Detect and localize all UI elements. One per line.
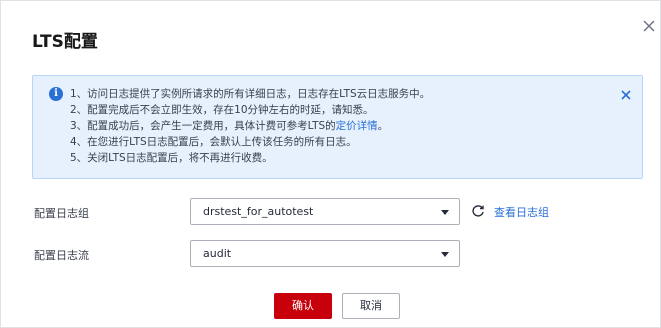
notice-item-text: 3、配置成功后，会产生一定费用，具体计费可参考LTS的 bbox=[70, 120, 336, 132]
notice-close-icon[interactable] bbox=[621, 90, 631, 100]
log-group-label: 配置日志组 bbox=[34, 207, 89, 220]
chevron-down-icon bbox=[441, 252, 449, 257]
log-stream-label: 配置日志流 bbox=[34, 249, 89, 262]
close-icon[interactable] bbox=[642, 19, 656, 33]
notice-item: 3、配置成功后，会产生一定费用，具体计费可参考LTS的定价详情。 bbox=[70, 118, 430, 134]
view-log-group-link[interactable]: 查看日志组 bbox=[494, 204, 549, 220]
cancel-button[interactable]: 取消 bbox=[342, 293, 400, 319]
log-stream-value: audit bbox=[203, 247, 232, 260]
notice-item: 2、配置完成后不会立即生效，存在10分钟左右的时延，请知悉。 bbox=[70, 104, 374, 116]
dialog-title: LTS配置 bbox=[32, 32, 98, 52]
lts-config-dialog: LTS配置 i 1、访问日志提供了实例所请求的所有详细日志，日志存在LTS云日志… bbox=[0, 0, 661, 328]
info-icon: i bbox=[49, 87, 63, 101]
notice-item: 4、在您进行LTS日志配置后，会默认上传该任务的所有日志。 bbox=[70, 136, 357, 148]
notice-list: 1、访问日志提供了实例所请求的所有详细日志，日志存在LTS云日志服务中。 2、配… bbox=[70, 86, 430, 166]
chevron-down-icon bbox=[441, 210, 449, 215]
pricing-details-link[interactable]: 定价详情 bbox=[336, 120, 378, 132]
notice-item: 5、关闭LTS日志配置后，将不再进行收费。 bbox=[70, 152, 273, 164]
log-group-value: drstest_for_autotest bbox=[203, 205, 314, 218]
confirm-button[interactable]: 确认 bbox=[274, 293, 332, 319]
refresh-icon[interactable] bbox=[471, 204, 485, 218]
notice-item: 1、访问日志提供了实例所请求的所有详细日志，日志存在LTS云日志服务中。 bbox=[70, 88, 431, 100]
log-stream-select[interactable]: audit bbox=[190, 240, 460, 267]
notice-banner: i 1、访问日志提供了实例所请求的所有详细日志，日志存在LTS云日志服务中。 2… bbox=[32, 75, 643, 179]
log-group-select[interactable]: drstest_for_autotest bbox=[190, 198, 460, 225]
notice-item-suffix: 。 bbox=[377, 120, 389, 132]
